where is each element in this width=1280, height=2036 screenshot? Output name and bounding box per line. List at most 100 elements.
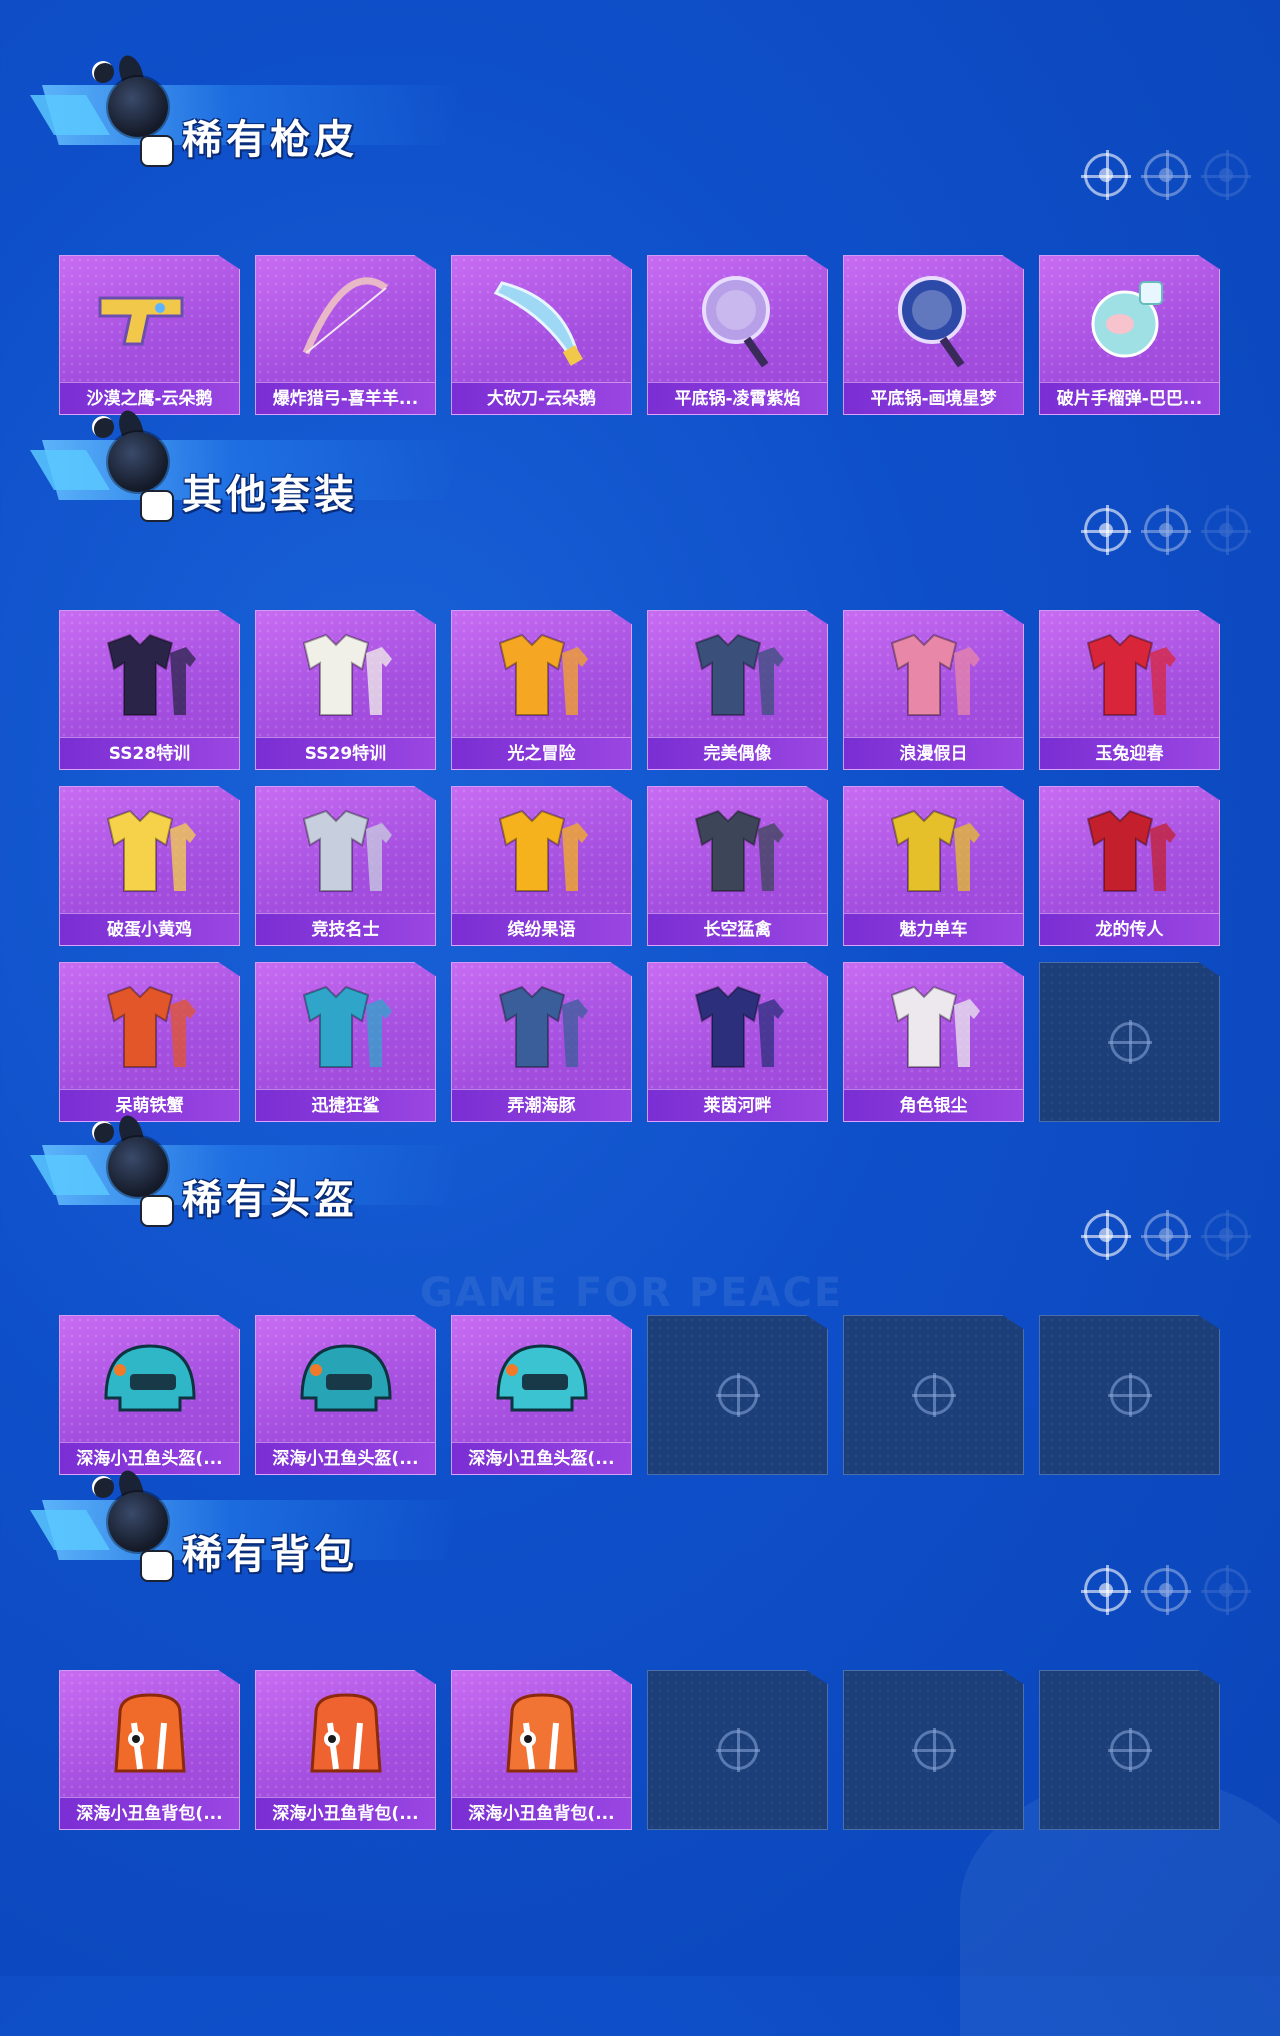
crosshair-icon [1081, 150, 1131, 200]
section-1: 其他套装 SS28特训 SS29特训 光之冒险 完美偶像 浪漫假日 玉兔迎春 破… [0, 407, 1280, 1122]
item-label: SS29特训 [256, 737, 435, 769]
outfit-icon [874, 799, 994, 899]
crosshair-decoration [1081, 150, 1254, 201]
section-0: 稀有枪皮 沙漠之鹰-云朵鹅 爆炸猎弓-喜羊羊... 大砍刀-云朵鹅 平底锅-凌霄… [0, 52, 1280, 415]
mascot-arm [92, 1121, 114, 1143]
helmet-icon [90, 1328, 210, 1428]
empty-slot [647, 1670, 828, 1830]
item-card[interactable]: 缤纷果语 [451, 786, 632, 946]
crosshair-icon [1141, 1210, 1191, 1260]
crosshair-decoration [1081, 1565, 1254, 1616]
item-card[interactable]: 破片手榴弹-巴巴... [1039, 255, 1220, 415]
section-header: 稀有背包 [30, 1467, 462, 1590]
outfit-icon [1070, 799, 1190, 899]
empty-slot [1039, 1315, 1220, 1475]
item-card[interactable]: SS28特训 [59, 610, 240, 770]
item-card[interactable]: SS29特训 [255, 610, 436, 770]
crosshair-icon [1141, 1565, 1191, 1615]
item-card[interactable]: 龙的传人 [1039, 786, 1220, 946]
outfit-icon [874, 975, 994, 1075]
item-card[interactable]: 平底锅-凌霄紫焰 [647, 255, 828, 415]
item-card[interactable]: 魅力单车 [843, 786, 1024, 946]
mascot-arm [92, 1476, 114, 1498]
outfit-icon [482, 799, 602, 899]
backpack-icon [482, 1683, 602, 1783]
crosshair-icon [715, 1373, 760, 1417]
outfit-icon [482, 623, 602, 723]
machete-icon [482, 268, 602, 368]
section-title: 其他套装 [182, 472, 358, 518]
pan-icon [678, 268, 798, 368]
crosshair-icon [1201, 1565, 1251, 1615]
item-card[interactable]: 浪漫假日 [843, 610, 1024, 770]
bow-icon [286, 268, 406, 368]
outfit-icon [286, 975, 406, 1075]
outfit-icon [678, 975, 798, 1075]
item-card[interactable]: 深海小丑鱼头盔(... [451, 1315, 632, 1475]
crosshair-icon [1107, 1728, 1152, 1772]
item-label: 缤纷果语 [452, 913, 631, 945]
empty-slot [1039, 962, 1220, 1122]
item-label: 长空猛禽 [648, 913, 827, 945]
item-label: 玉兔迎春 [1040, 737, 1219, 769]
item-card[interactable]: 爆炸猎弓-喜羊羊... [255, 255, 436, 415]
crosshair-icon [715, 1728, 760, 1772]
mascot-icon [90, 1112, 190, 1230]
pistol-icon [90, 268, 210, 368]
thumbs-up-icon [140, 1550, 174, 1582]
outfit-icon [90, 975, 210, 1075]
thumbs-up-icon [140, 490, 174, 522]
mascot-icon [90, 52, 190, 170]
crosshair-icon [911, 1373, 956, 1417]
item-label: SS28特训 [60, 737, 239, 769]
outfit-icon [678, 799, 798, 899]
item-card[interactable]: 深海小丑鱼背包(... [451, 1670, 632, 1830]
grenade-icon [1070, 268, 1190, 368]
item-label: 龙的传人 [1040, 913, 1219, 945]
item-label: 深海小丑鱼背包(... [256, 1797, 435, 1829]
crosshair-icon [1081, 1210, 1131, 1260]
item-card[interactable]: 完美偶像 [647, 610, 828, 770]
crosshair-icon [1141, 505, 1191, 555]
item-card[interactable]: 深海小丑鱼头盔(... [59, 1315, 240, 1475]
crosshair-decoration [1081, 1210, 1254, 1261]
item-card[interactable]: 深海小丑鱼背包(... [255, 1670, 436, 1830]
pan-icon [874, 268, 994, 368]
section-2: 稀有头盔 深海小丑鱼头盔(... 深海小丑鱼头盔(... 深海小丑鱼头盔(... [0, 1112, 1280, 1475]
item-card[interactable]: 玉兔迎春 [1039, 610, 1220, 770]
item-card[interactable]: 弄潮海豚 [451, 962, 632, 1122]
backpack-icon [286, 1683, 406, 1783]
outfit-icon [678, 623, 798, 723]
crosshair-icon [911, 1728, 956, 1772]
item-card[interactable]: 迅捷狂鲨 [255, 962, 436, 1122]
item-label: 深海小丑鱼背包(... [60, 1797, 239, 1829]
empty-slot [843, 1315, 1024, 1475]
item-card[interactable]: 竞技名士 [255, 786, 436, 946]
mascot-arm [92, 61, 114, 83]
crosshair-icon [1081, 505, 1131, 555]
item-label: 竞技名士 [256, 913, 435, 945]
crosshair-icon [1081, 1565, 1131, 1615]
item-label: 完美偶像 [648, 737, 827, 769]
item-card[interactable]: 深海小丑鱼头盔(... [255, 1315, 436, 1475]
item-card[interactable]: 呆萌铁蟹 [59, 962, 240, 1122]
empty-slot [1039, 1670, 1220, 1830]
item-card[interactable]: 平底锅-画境星梦 [843, 255, 1024, 415]
empty-slot [647, 1315, 828, 1475]
mascot-icon [90, 1467, 190, 1585]
section-3: 稀有背包 深海小丑鱼背包(... 深海小丑鱼背包(... 深海小丑鱼背包(... [0, 1467, 1280, 1830]
crosshair-icon [1201, 150, 1251, 200]
item-card[interactable]: 深海小丑鱼背包(... [59, 1670, 240, 1830]
mascot-head [108, 77, 168, 137]
item-card[interactable]: 角色银尘 [843, 962, 1024, 1122]
item-card[interactable]: 莱茵河畔 [647, 962, 828, 1122]
item-card[interactable]: 破蛋小黄鸡 [59, 786, 240, 946]
item-card[interactable]: 光之冒险 [451, 610, 632, 770]
outfit-icon [286, 623, 406, 723]
item-card[interactable]: 长空猛禽 [647, 786, 828, 946]
helmet-icon [286, 1328, 406, 1428]
item-card[interactable]: 沙漠之鹰-云朵鹅 [59, 255, 240, 415]
outfit-icon [286, 799, 406, 899]
item-card[interactable]: 大砍刀-云朵鹅 [451, 255, 632, 415]
helmet-icon [482, 1328, 602, 1428]
